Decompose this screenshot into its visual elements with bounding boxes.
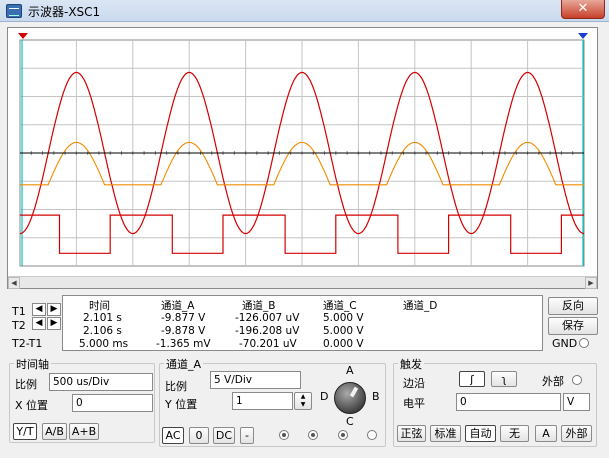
edge-label: 边沿 [403,377,425,390]
normal-trigger-button[interactable]: 标准 [430,425,461,442]
measurement-readout: 时间 通道_A 通道_B 通道_C 通道_D 2.101 s -9.877 V … [62,295,543,351]
t2-right-button[interactable]: ▶ [47,317,61,330]
header-time: 时间 [89,300,110,312]
t2-t1-label: T2-T1 [12,337,43,350]
delta-time: 5.000 ms [79,338,129,350]
channel-c-radio[interactable] [338,430,348,440]
scroll-right-button[interactable]: ▶ [585,277,597,289]
sine-trigger-button[interactable]: 正弦 [397,425,426,442]
t1-left-button[interactable]: ◀ [32,303,46,316]
gnd-label: GND [552,337,578,350]
t2-channel-a: -9.878 V [161,325,206,337]
x-position-field[interactable]: 0 [72,394,153,412]
scroll-left-button[interactable]: ◀ [8,277,20,289]
header-channel-c: 通道_C [323,300,357,312]
level-unit-field[interactable]: V [563,393,590,411]
ac-coupling-button[interactable]: AC [162,427,184,444]
external-trigger-label: 外部 [542,375,564,388]
t2-channel-c: 5.000 V [323,325,364,337]
header-channel-b: 通道_B [242,300,276,312]
t1-channel-a: -9.877 V [161,312,206,324]
dc-coupling-button[interactable]: DC [213,427,235,444]
level-label: 电平 [403,397,425,410]
a-plus-b-mode-button[interactable]: A+B [69,423,99,440]
delta-channel-c: 0.000 V [323,338,364,350]
t1-channel-b: -126.007 uV [235,312,300,324]
invert-coupling-button[interactable]: - [240,427,254,444]
close-button[interactable]: ✕ [561,0,605,19]
t1-time: 2.101 s [83,312,122,324]
source-a-button[interactable]: A [535,425,557,442]
t1-right-button[interactable]: ▶ [47,303,61,316]
channel-selector-knob[interactable] [334,382,366,414]
knob-label-b: B [372,390,380,403]
t1-label: T1 [12,305,26,318]
source-external-button[interactable]: 外部 [561,425,592,442]
timebase-scale-field[interactable]: 500 us/Div [49,373,153,391]
oscilloscope-icon [6,4,22,18]
waveform-plot [18,33,588,267]
level-field[interactable]: 0 [456,393,561,411]
channel-b-radio[interactable] [308,430,318,440]
zero-coupling-button[interactable]: 0 [189,427,209,444]
channel-a-scale-label: 比例 [165,380,187,393]
falling-edge-button[interactable]: ʅ [491,371,517,387]
save-button[interactable]: 保存 [548,317,598,335]
reverse-button[interactable]: 反向 [548,297,598,315]
t2-left-button[interactable]: ◀ [32,317,46,330]
t2-time: 2.106 s [83,325,122,337]
none-trigger-button[interactable]: 无 [500,425,529,442]
channel-d-radio[interactable] [367,430,377,440]
channel-a-radio[interactable] [279,430,289,440]
t1-channel-c: 5.000 V [323,312,364,324]
channel-a-scale-field[interactable]: 5 V/Div [210,371,301,389]
timebase-title: 时间轴 [14,356,51,372]
knob-label-c: C [346,415,354,428]
timebase-scale-label: 比例 [15,378,37,391]
channel-a-title: 通道_A [164,356,204,372]
delta-channel-b: -70.201 uV [239,338,297,350]
y-position-field[interactable]: 1 [232,392,293,410]
ab-mode-button[interactable]: A/B [42,423,67,440]
oscilloscope-display [7,27,598,289]
horizontal-scrollbar[interactable]: ◀ ▶ [8,276,597,289]
knob-label-a: A [346,364,354,377]
t2-label: T2 [12,319,26,332]
y-position-label: Y 位置 [165,398,198,411]
external-trigger-radio[interactable] [572,375,582,385]
rising-edge-button[interactable]: ʃ [459,371,485,387]
gnd-radio[interactable] [579,338,589,348]
window-title: 示波器-XSC1 [28,5,101,19]
header-channel-d: 通道_D [403,300,438,312]
x-position-label: X 位置 [15,399,49,412]
title-bar: 示波器-XSC1 ✕ [0,0,609,22]
t2-channel-b: -196.208 uV [235,325,300,337]
yt-mode-button[interactable]: Y/T [13,423,37,440]
y-position-spinner[interactable]: ▲ ▼ [294,392,312,410]
cursor-t2-marker [578,33,588,39]
header-channel-a: 通道_A [161,300,195,312]
delta-channel-a: -1.365 mV [156,338,211,350]
trigger-title: 触发 [398,356,424,372]
cursor-t1-marker [18,33,28,39]
knob-label-d: D [320,390,329,403]
auto-trigger-button[interactable]: 自动 [465,425,496,442]
